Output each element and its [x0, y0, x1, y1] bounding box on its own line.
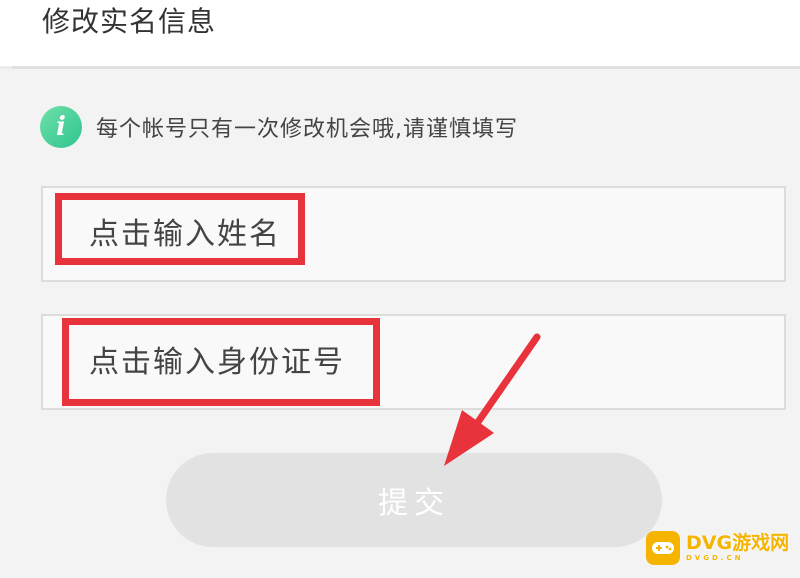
info-icon: i: [40, 106, 82, 148]
submit-button[interactable]: 提交: [166, 453, 662, 547]
notice-text: 每个帐号只有一次修改机会哦,请谨慎填写: [96, 117, 518, 142]
id-field-container: [41, 314, 786, 410]
notice-row: i 每个帐号只有一次修改机会哦,请谨慎填写: [40, 105, 518, 149]
gamepad-logo-icon: [646, 531, 680, 565]
name-input[interactable]: [43, 188, 784, 280]
watermark-subtext: DVGD.CN: [686, 554, 744, 562]
watermark: DVG游戏网 DVGD.CN: [646, 526, 794, 570]
watermark-title: DVG游戏网: [686, 532, 790, 554]
watermark-text: DVG游戏网 DVGD.CN: [686, 534, 789, 562]
id-number-input[interactable]: [43, 316, 784, 408]
page-title: 修改实名信息: [42, 5, 217, 38]
header-bar: 修改实名信息: [0, 0, 800, 66]
name-field-container: [41, 186, 786, 282]
